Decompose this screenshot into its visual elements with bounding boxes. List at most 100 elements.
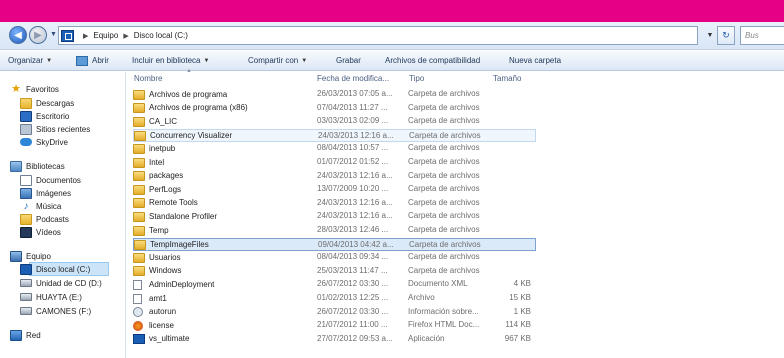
- setup-info-icon: [133, 307, 143, 318]
- nav-favorites[interactable]: ★ Favoritos: [10, 82, 59, 96]
- table-row[interactable]: vs_ultimate 27/07/2012 09:53 a... Aplicaci…: [133, 333, 536, 346]
- share-menu[interactable]: Compartir con ▼: [248, 51, 307, 71]
- nav-podcasts[interactable]: Podcasts: [20, 212, 69, 226]
- table-row[interactable]: Concurrency Visualizer 24/03/2013 12:16 a…: [133, 128, 536, 143]
- table-row[interactable]: license 21/07/2012 11:00 ... Firefox HTML …: [133, 319, 536, 332]
- file-name-cell[interactable]: Concurrency Visualizer: [134, 130, 324, 143]
- file-name-cell[interactable]: Archivos de programa (x86): [133, 102, 323, 115]
- nav-videos-label: Vídeos: [36, 227, 61, 237]
- nav-images[interactable]: Imágenes: [20, 186, 71, 200]
- file-name-cell[interactable]: vs_ultimate: [133, 333, 323, 346]
- file-size: [493, 102, 531, 115]
- file-size: [493, 251, 531, 264]
- table-row[interactable]: PerfLogs 13/07/2009 10:20 ... Carpeta de a…: [133, 183, 536, 196]
- file-name-cell[interactable]: Usuarios: [133, 251, 323, 264]
- file-size: [493, 183, 531, 196]
- file-name-cell[interactable]: Remote Tools: [133, 197, 323, 210]
- table-row[interactable]: Archivos de programa 26/03/2013 07:05 a..…: [133, 88, 536, 101]
- breadcrumb-local-disk[interactable]: Disco local (C:): [134, 31, 188, 40]
- burn-button[interactable]: Grabar: [336, 51, 361, 71]
- compatibility-files-button[interactable]: Archivos de compatibilidad: [385, 51, 480, 71]
- nav-libraries[interactable]: Bibliotecas: [10, 159, 65, 173]
- breadcrumb-chevron-icon[interactable]: ▶: [83, 32, 88, 40]
- folder-icon: [133, 103, 145, 114]
- folder-icon: [133, 225, 145, 236]
- table-row[interactable]: AdminDeployment 26/07/2012 03:30 ... Docum…: [133, 278, 536, 291]
- nav-documents[interactable]: Documentos: [20, 173, 81, 187]
- table-row[interactable]: TempImageFiles 09/04/2013 04:42 a... Carpe…: [133, 237, 536, 252]
- nav-network[interactable]: Red: [10, 328, 41, 342]
- navigation-pane: ★ Favoritos Descargas Escritorio Sitios r…: [0, 72, 126, 358]
- nav-local-disk[interactable]: Disco local (C:): [0, 262, 126, 276]
- folder-icon: [133, 171, 145, 182]
- file-name-cell[interactable]: Windows: [133, 265, 323, 278]
- search-input[interactable]: Bus: [740, 26, 784, 45]
- table-row[interactable]: autorun 26/07/2012 03:30 ... Información s…: [133, 306, 536, 319]
- file-name-cell[interactable]: Temp: [133, 224, 323, 237]
- nav-recent-places[interactable]: Sitios recientes: [20, 122, 90, 136]
- file-name-cell[interactable]: inetpub: [133, 142, 323, 155]
- recent-pages-dropdown[interactable]: ▼: [50, 31, 57, 38]
- window-title-bar[interactable]: [0, 0, 784, 22]
- table-row[interactable]: Intel 01/07/2012 01:52 ... Carpeta de arch…: [133, 156, 536, 169]
- computer-icon: [10, 250, 22, 262]
- file-name-cell[interactable]: Intel: [133, 156, 323, 169]
- table-row[interactable]: Archivos de programa (x86) 07/04/2013 11:…: [133, 102, 536, 115]
- file-size: 15 KB: [509, 293, 531, 302]
- back-button[interactable]: ◀: [9, 26, 27, 44]
- nav-camones-drive[interactable]: CAMONES (F:): [20, 304, 91, 318]
- file-size: [493, 142, 531, 155]
- nav-podcasts-label: Podcasts: [36, 214, 69, 224]
- nav-desktop[interactable]: Escritorio: [20, 109, 69, 123]
- new-folder-button[interactable]: Nueva carpeta: [509, 51, 561, 71]
- file-type: Carpeta de archivos: [408, 211, 480, 221]
- nav-music[interactable]: ♪ Música: [20, 199, 62, 213]
- share-label: Compartir con: [248, 56, 299, 65]
- file-name-cell[interactable]: license: [133, 319, 323, 332]
- column-header-type[interactable]: Tipo: [409, 72, 424, 85]
- nav-computer[interactable]: Equipo: [10, 249, 51, 263]
- table-row[interactable]: Windows 25/03/2013 11:47 ... Carpeta de ar…: [133, 265, 536, 278]
- table-row[interactable]: inetpub 08/04/2013 10:57 ... Carpeta de ar…: [133, 142, 536, 155]
- file-name-cell[interactable]: autorun: [133, 306, 323, 319]
- file-name-cell[interactable]: TempImageFiles: [134, 239, 324, 252]
- column-header-date[interactable]: Fecha de modifica...: [317, 72, 389, 85]
- star-icon: ★: [11, 82, 21, 95]
- column-header-name[interactable]: Nombre ▲: [134, 68, 192, 85]
- refresh-button[interactable]: ↻: [717, 26, 735, 45]
- table-row[interactable]: Standalone Profiler 24/03/2013 12:16 a...…: [133, 210, 536, 223]
- file-date: 21/07/2012 11:00 ...: [317, 320, 388, 330]
- file-type: Aplicación: [408, 333, 445, 343]
- breadcrumb-chevron-icon[interactable]: ▶: [123, 32, 128, 40]
- table-row[interactable]: amt1 01/02/2013 12:25 ... Archivo 15 KB: [133, 292, 536, 305]
- table-row[interactable]: packages 24/03/2013 12:16 a... Carpeta de …: [133, 170, 536, 183]
- breadcrumb-equipo[interactable]: Equipo: [93, 31, 118, 40]
- file-name-cell[interactable]: amt1: [133, 292, 323, 305]
- include-library-menu[interactable]: Incluir en biblioteca ▼: [132, 51, 209, 71]
- address-bar[interactable]: ▶ Equipo ▶ Disco local (C:): [58, 26, 698, 45]
- nav-videos[interactable]: Vídeos: [20, 225, 61, 239]
- file-name-cell[interactable]: CA_LIC: [133, 115, 323, 128]
- file-date: 24/03/2013 12:16 a...: [317, 170, 393, 180]
- file-name-cell[interactable]: packages: [133, 170, 323, 183]
- file-name-cell[interactable]: Archivos de programa: [133, 88, 323, 101]
- address-history-dropdown[interactable]: ▼: [703, 26, 717, 45]
- nav-cd-drive[interactable]: Unidad de CD (D:): [20, 276, 102, 290]
- table-row[interactable]: CA_LIC 03/03/2013 02:09 ... Carpeta de arc…: [133, 115, 536, 128]
- nav-favorites-label: Favoritos: [26, 84, 59, 94]
- nav-downloads[interactable]: Descargas: [20, 96, 74, 110]
- organize-menu[interactable]: Organizar ▼: [8, 51, 52, 71]
- column-header-size[interactable]: Tamaño: [493, 72, 521, 85]
- table-row[interactable]: Temp 28/03/2013 12:46 ... Carpeta de archi…: [133, 224, 536, 237]
- open-button[interactable]: Abrir: [76, 51, 109, 71]
- file-date: 08/04/2013 09:34 ...: [317, 252, 389, 262]
- nav-huayta-drive[interactable]: HUAYTA (E:): [20, 290, 82, 304]
- file-name-cell[interactable]: Standalone Profiler: [133, 210, 323, 223]
- forward-button[interactable]: ▶: [29, 26, 47, 44]
- file-name: TempImageFiles: [150, 240, 209, 250]
- file-name-cell[interactable]: AdminDeployment: [133, 278, 323, 291]
- nav-skydrive[interactable]: SkyDrive: [20, 135, 68, 149]
- table-row[interactable]: Usuarios 08/04/2013 09:34 ... Carpeta de a…: [133, 251, 536, 264]
- file-name-cell[interactable]: PerfLogs: [133, 183, 323, 196]
- table-row[interactable]: Remote Tools 24/03/2013 12:16 a... Carpeta…: [133, 197, 536, 210]
